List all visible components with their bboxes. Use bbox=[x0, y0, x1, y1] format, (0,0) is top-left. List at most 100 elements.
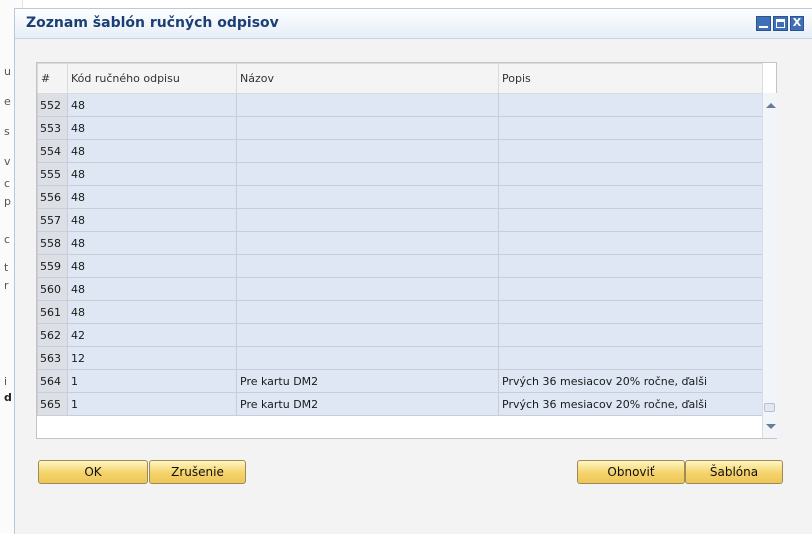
template-list-dialog: Zoznam šablón ručných odpisov X # Kód ru… bbox=[14, 8, 812, 534]
dialog-titlebar[interactable]: Zoznam šablón ručných odpisov X bbox=[15, 9, 812, 39]
scroll-up-arrow-icon[interactable] bbox=[766, 103, 776, 108]
template-button[interactable]: Šablóna bbox=[685, 460, 783, 484]
row-number-cell[interactable]: 557 bbox=[37, 208, 68, 232]
row-number-cell[interactable]: 559 bbox=[37, 254, 68, 278]
background-text-fragment: r bbox=[4, 279, 9, 292]
row-number-cell[interactable]: 554 bbox=[37, 139, 68, 163]
row-description-cell[interactable] bbox=[498, 254, 763, 278]
row-number-cell[interactable]: 561 bbox=[37, 300, 68, 324]
row-code-cell[interactable]: 48 bbox=[67, 116, 237, 140]
row-description-cell[interactable] bbox=[498, 185, 763, 209]
row-name-cell[interactable] bbox=[236, 93, 499, 117]
table-row[interactable]: 562 42 bbox=[37, 323, 763, 347]
row-name-cell[interactable] bbox=[236, 231, 499, 255]
table-row[interactable]: 556 48 bbox=[37, 185, 763, 209]
row-code-cell[interactable]: 48 bbox=[67, 162, 237, 186]
row-code-cell[interactable]: 48 bbox=[67, 277, 237, 301]
row-number-cell[interactable]: 565 bbox=[37, 392, 68, 416]
column-header-code[interactable]: Kód ručného odpisu bbox=[67, 63, 237, 94]
row-name-cell[interactable] bbox=[236, 346, 499, 370]
row-code-cell[interactable]: 1 bbox=[67, 392, 237, 416]
row-name-cell[interactable]: Pre kartu DM2 bbox=[236, 392, 499, 416]
table-row[interactable]: 564 1 Pre kartu DM2 Prvých 36 mesiacov 20% … bbox=[37, 369, 763, 393]
vertical-scrollbar[interactable] bbox=[762, 93, 777, 438]
template-table: # Kód ručného odpisu Názov Popis 552 48 55… bbox=[37, 63, 763, 416]
row-number-cell[interactable]: 556 bbox=[37, 185, 68, 209]
background-text-fragment: d bbox=[4, 391, 12, 404]
table-row[interactable]: 558 48 bbox=[37, 231, 763, 255]
background-text-fragment: u bbox=[4, 65, 11, 78]
row-number-cell[interactable]: 560 bbox=[37, 277, 68, 301]
row-description-cell[interactable] bbox=[498, 116, 763, 140]
table-row[interactable]: 553 48 bbox=[37, 116, 763, 140]
row-name-cell[interactable] bbox=[236, 116, 499, 140]
row-description-cell[interactable] bbox=[498, 277, 763, 301]
row-description-cell[interactable] bbox=[498, 162, 763, 186]
row-code-cell[interactable]: 48 bbox=[67, 93, 237, 117]
row-code-cell[interactable]: 12 bbox=[67, 346, 237, 370]
row-name-cell[interactable] bbox=[236, 208, 499, 232]
row-description-cell[interactable] bbox=[498, 208, 763, 232]
row-name-cell[interactable] bbox=[236, 254, 499, 278]
row-code-cell[interactable]: 1 bbox=[67, 369, 237, 393]
close-icon[interactable]: X bbox=[790, 16, 804, 31]
refresh-button[interactable]: Obnoviť bbox=[577, 460, 685, 484]
row-code-cell[interactable]: 48 bbox=[67, 300, 237, 324]
minimize-icon[interactable] bbox=[756, 16, 771, 31]
row-number-cell[interactable]: 563 bbox=[37, 346, 68, 370]
background-text-fragment: c bbox=[4, 177, 11, 190]
row-number-cell[interactable]: 562 bbox=[37, 323, 68, 347]
row-code-cell[interactable]: 48 bbox=[67, 254, 237, 278]
row-code-cell[interactable]: 48 bbox=[67, 208, 237, 232]
maximize-icon[interactable] bbox=[773, 16, 788, 31]
row-name-cell[interactable] bbox=[236, 139, 499, 163]
table-row[interactable]: 555 48 bbox=[37, 162, 763, 186]
row-name-cell[interactable] bbox=[236, 185, 499, 209]
table-row[interactable]: 561 48 bbox=[37, 300, 763, 324]
scroll-down-arrow-icon[interactable] bbox=[766, 424, 776, 429]
cancel-button[interactable]: Zrušenie bbox=[149, 460, 246, 484]
table-body: 552 48 553 48 554 48 555 48 556 48 557 48 558 48 559 48… bbox=[37, 93, 763, 416]
scroll-thumb[interactable] bbox=[764, 403, 775, 412]
template-grid: # Kód ručného odpisu Názov Popis 552 48 55… bbox=[36, 62, 777, 439]
table-row[interactable]: 560 48 bbox=[37, 277, 763, 301]
row-description-cell[interactable] bbox=[498, 139, 763, 163]
row-name-cell[interactable] bbox=[236, 277, 499, 301]
background-text-fragment: p bbox=[4, 195, 11, 208]
row-description-cell[interactable]: Prvých 36 mesiacov 20% ročne, ďalši bbox=[498, 369, 763, 393]
background-text-fragment: v bbox=[4, 155, 11, 168]
row-number-cell[interactable]: 553 bbox=[37, 116, 68, 140]
row-code-cell[interactable]: 48 bbox=[67, 139, 237, 163]
background-text-fragment: c bbox=[4, 233, 11, 246]
row-description-cell[interactable] bbox=[498, 231, 763, 255]
table-row[interactable]: 563 12 bbox=[37, 346, 763, 370]
table-row[interactable]: 552 48 bbox=[37, 93, 763, 117]
column-header-number[interactable]: # bbox=[37, 63, 68, 94]
background-text-fragment: t bbox=[4, 261, 9, 274]
row-name-cell[interactable] bbox=[236, 162, 499, 186]
table-row[interactable]: 554 48 bbox=[37, 139, 763, 163]
row-code-cell[interactable]: 42 bbox=[67, 323, 237, 347]
table-row[interactable]: 559 48 bbox=[37, 254, 763, 278]
column-header-name[interactable]: Názov bbox=[236, 63, 499, 94]
table-row[interactable]: 557 48 bbox=[37, 208, 763, 232]
row-number-cell[interactable]: 558 bbox=[37, 231, 68, 255]
row-number-cell[interactable]: 564 bbox=[37, 369, 68, 393]
row-code-cell[interactable]: 48 bbox=[67, 185, 237, 209]
ok-button[interactable]: OK bbox=[38, 460, 148, 484]
column-header-description[interactable]: Popis bbox=[498, 63, 763, 94]
table-row[interactable]: 565 1 Pre kartu DM2 Prvých 36 mesiacov 20% … bbox=[37, 392, 763, 416]
background-text-fragment: i bbox=[4, 375, 8, 388]
row-name-cell[interactable]: Pre kartu DM2 bbox=[236, 369, 499, 393]
row-description-cell[interactable] bbox=[498, 300, 763, 324]
row-description-cell[interactable] bbox=[498, 346, 763, 370]
row-description-cell[interactable]: Prvých 36 mesiacov 20% ročne, ďalši bbox=[498, 392, 763, 416]
row-description-cell[interactable] bbox=[498, 93, 763, 117]
row-name-cell[interactable] bbox=[236, 323, 499, 347]
row-name-cell[interactable] bbox=[236, 300, 499, 324]
background-text-fragment: e bbox=[4, 95, 11, 108]
row-number-cell[interactable]: 555 bbox=[37, 162, 68, 186]
row-code-cell[interactable]: 48 bbox=[67, 231, 237, 255]
row-description-cell[interactable] bbox=[498, 323, 763, 347]
row-number-cell[interactable]: 552 bbox=[37, 93, 68, 117]
